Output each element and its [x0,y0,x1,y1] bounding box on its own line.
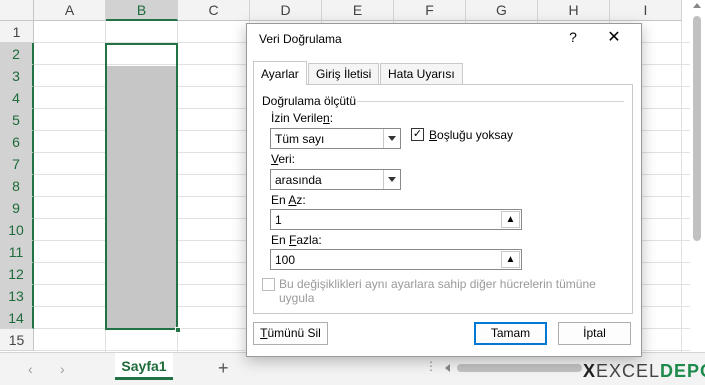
select-all-corner[interactable] [0,0,34,21]
ok-button[interactable]: Tamam [474,322,547,345]
row-header-5[interactable]: 5 [0,109,34,131]
column-header-f[interactable]: F [394,0,466,21]
allow-dropdown[interactable]: Tüm sayı [270,128,401,149]
cancel-button[interactable]: İptal [558,322,631,345]
row-header-13[interactable]: 13 [0,285,34,307]
ignore-blank-label[interactable]: Boşluğu yoksay [429,128,513,142]
clear-all-button[interactable]: Tümünü Sil [253,322,328,345]
vertical-scroll-thumb[interactable] [693,16,701,241]
minimum-input[interactable]: 1 ▲ [270,209,522,230]
apply-all-label[interactable]: Bu değişiklikleri aynı ayarlara sahip di… [279,277,596,305]
maximum-label: En Fazla: [271,233,322,247]
chevron-right-icon[interactable]: › [60,361,65,377]
row-header-3[interactable]: 3 [0,65,34,87]
column-header-a[interactable]: A [34,0,106,21]
scroll-up-icon[interactable] [693,3,701,8]
column-header-c[interactable]: C [178,0,250,21]
sheet-tab-sayfa1[interactable]: Sayfa1 [115,353,173,380]
data-dropdown[interactable]: arasında [270,169,401,190]
grid-line [681,21,682,352]
row-header-12[interactable]: 12 [0,263,34,285]
row-header-6[interactable]: 6 [0,131,34,153]
group-divider [357,101,624,102]
close-button[interactable]: ✕ [602,27,626,49]
selection-border [105,43,178,330]
maximum-input[interactable]: 100 ▲ [270,249,522,270]
chevron-down-icon[interactable] [383,170,400,189]
apply-all-checkbox[interactable] [262,278,275,291]
options-icon[interactable]: ⋮ [425,359,438,373]
tab-giris-iletisi[interactable]: Giriş İletisi [308,63,380,84]
allow-label: İzin Verilen: [271,111,334,125]
minimum-value: 1 [275,213,282,227]
row-header-2[interactable]: 2 [0,43,34,65]
group-label: Doğrulama ölçütü [262,94,357,108]
range-select-icon[interactable]: ▲ [501,251,520,268]
column-header-g[interactable]: G [466,0,538,21]
column-header-i[interactable]: I [610,0,682,21]
row-header-9[interactable]: 9 [0,197,34,219]
tab-ayarlar[interactable]: Ayarlar [253,61,307,85]
add-sheet-button[interactable]: + [218,358,229,379]
column-header-b[interactable]: B [106,0,178,21]
column-header-e[interactable]: E [322,0,394,21]
data-value: arasında [275,173,322,187]
dialog-title: Veri Doğrulama [259,32,342,46]
data-label: Veri: [271,152,296,166]
help-button[interactable]: ? [565,29,581,45]
row-header-1[interactable]: 1 [0,21,34,43]
column-header-h[interactable]: H [538,0,610,21]
chevron-left-icon[interactable]: ‹ [28,361,33,377]
chevron-down-icon[interactable] [383,129,400,148]
maximum-value: 100 [275,253,296,267]
tab-hata-uyarisi[interactable]: Hata Uyarısı [380,63,463,84]
fill-handle[interactable] [175,327,181,333]
scroll-left-icon[interactable] [445,364,450,372]
row-header-14[interactable]: 14 [0,307,34,329]
range-select-icon[interactable]: ▲ [501,211,520,228]
row-header-7[interactable]: 7 [0,153,34,175]
row-header-10[interactable]: 10 [0,219,34,241]
exceldepo-logo: XEXCELDEPO [583,361,705,381]
horizontal-scrollbar[interactable] [445,363,585,373]
column-header-d[interactable]: D [250,0,322,21]
row-header-11[interactable]: 11 [0,241,34,263]
data-validation-dialog: Veri Doğrulama ? ✕ Ayarlar Giriş İletisi… [246,23,642,357]
row-header-8[interactable]: 8 [0,175,34,197]
row-header-4[interactable]: 4 [0,87,34,109]
horizontal-scroll-thumb[interactable] [457,364,582,372]
vertical-scrollbar[interactable] [690,0,705,352]
minimum-label: En Az: [271,193,306,207]
ignore-blank-checkbox[interactable]: ✓ [411,128,424,141]
row-header-15[interactable]: 15 [0,329,34,351]
allow-value: Tüm sayı [275,132,325,146]
